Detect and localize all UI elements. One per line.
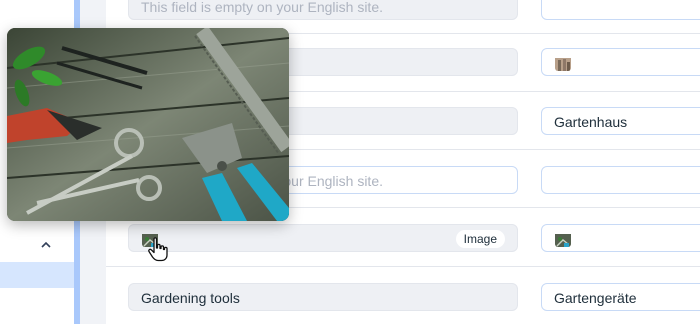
image-thumbnail-icon[interactable] [555, 231, 571, 247]
source-value: Gardening tools [141, 290, 240, 306]
source-image-field: Image [128, 224, 518, 252]
source-field: This field is empty on your English site… [128, 0, 518, 20]
target-value: Gartengeräte [554, 290, 637, 306]
image-thumbnail-icon[interactable] [555, 55, 571, 71]
target-field[interactable]: Gartengeräte [541, 283, 700, 311]
chevron-up-icon[interactable] [38, 238, 54, 252]
hand-pointer-icon [147, 236, 169, 262]
target-image-field[interactable] [541, 48, 700, 76]
target-field[interactable]: Gartenhaus [541, 107, 700, 135]
source-placeholder: This field is empty on your English site… [141, 0, 383, 15]
garden-tools-photo [7, 28, 289, 221]
row-divider [106, 266, 700, 267]
image-preview-popup [7, 28, 289, 221]
target-field[interactable] [541, 166, 700, 194]
image-badge: Image [455, 230, 505, 248]
selected-item[interactable] [0, 262, 74, 288]
target-value: Gartenhaus [554, 114, 628, 130]
source-field: Gardening tools [128, 283, 518, 311]
target-image-field[interactable] [541, 224, 700, 252]
target-field[interactable] [541, 0, 700, 20]
